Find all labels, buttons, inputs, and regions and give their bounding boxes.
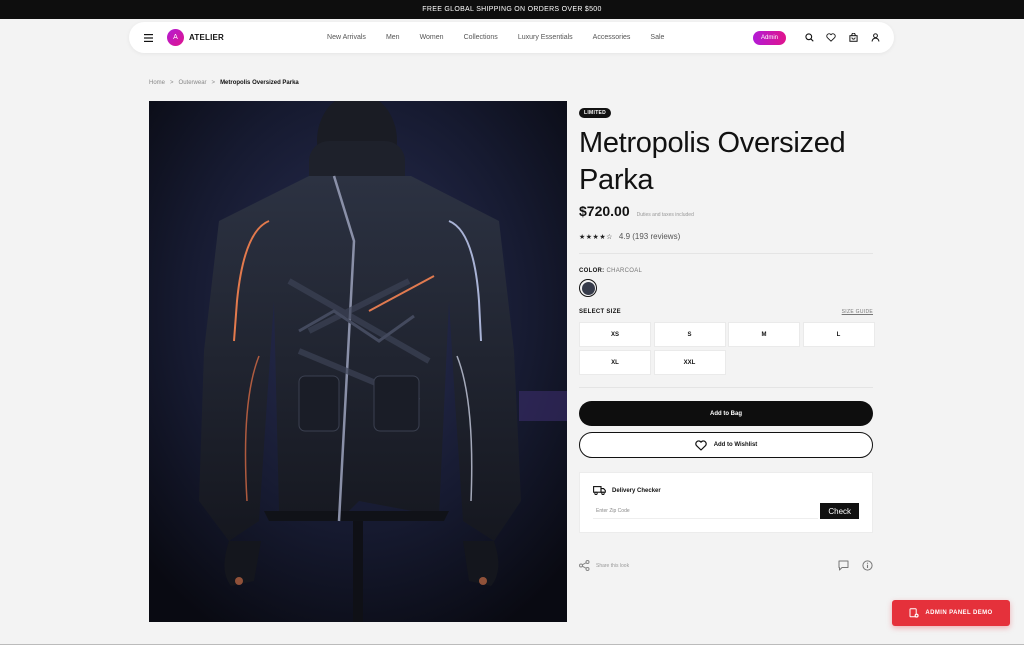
brand-logo-link[interactable]: A ATELIER [167, 29, 224, 46]
share-row: Share this look [579, 560, 873, 571]
price-row: $720.00 Duties and taxes included [579, 203, 873, 219]
nav-link-men[interactable]: Men [386, 34, 400, 41]
nav-link-collections[interactable]: Collections [464, 34, 498, 41]
size-grid: XS S M L XL XXL [579, 322, 875, 375]
product-price: $720.00 [579, 203, 630, 219]
admin-demo-label: ADMIN PANEL DEMO [925, 610, 993, 616]
size-option-m[interactable]: M [728, 322, 800, 347]
brand-logo-badge: A [167, 29, 184, 46]
share-icon[interactable] [579, 560, 590, 571]
heart-icon [694, 439, 707, 451]
size-header: SELECT SIZE SIZE GUIDE [579, 309, 873, 315]
color-label: COLOR: CHARCOAL [579, 268, 873, 274]
size-option-xs[interactable]: XS [579, 322, 651, 347]
wishlist-nav-button[interactable] [824, 31, 838, 45]
delivery-header: Delivery Checker [593, 486, 859, 495]
nav-actions: Admin [752, 30, 882, 45]
size-option-xxl[interactable]: XXL [653, 350, 726, 375]
breadcrumb: Home > Outerwear > Metropolis Oversized … [149, 80, 299, 86]
announcement-text: FREE GLOBAL SHIPPING ON ORDERS OVER $500 [422, 6, 602, 13]
bag-button[interactable] [846, 31, 860, 45]
delivery-title: Delivery Checker [612, 487, 661, 494]
breadcrumb-separator: > [211, 80, 216, 86]
size-option-l[interactable]: L [802, 322, 875, 347]
add-to-bag-button[interactable]: Add to Bag [579, 401, 873, 426]
limited-badge: LIMITED [579, 108, 612, 118]
hamburger-menu-button[interactable] [141, 31, 155, 45]
truck-icon [593, 486, 606, 495]
size-guide-link[interactable]: SIZE GUIDE [842, 309, 873, 315]
nav-link-luxury-essentials[interactable]: Luxury Essentials [518, 34, 573, 41]
color-swatch-charcoal[interactable] [579, 279, 597, 297]
account-button[interactable] [868, 31, 882, 45]
nav-link-new-arrivals[interactable]: New Arrivals [327, 34, 366, 41]
chat-bubble-icon [838, 560, 849, 571]
share-actions [825, 560, 873, 571]
product-image[interactable] [149, 101, 567, 622]
delivery-checker: Delivery Checker Check [579, 472, 873, 533]
user-icon [871, 33, 879, 42]
zip-row: Check [593, 503, 859, 519]
search-button[interactable] [802, 31, 816, 45]
divider [579, 387, 873, 388]
size-option-xl[interactable]: XL [579, 350, 651, 375]
announcement-bar: FREE GLOBAL SHIPPING ON ORDERS OVER $500 [0, 0, 1024, 19]
check-button[interactable]: Check [820, 503, 859, 519]
size-title: SELECT SIZE [579, 309, 621, 315]
hamburger-icon [143, 33, 153, 42]
color-label-key: COLOR: [579, 268, 605, 274]
brand-name: ATELIER [189, 33, 225, 42]
share-text[interactable]: Share this look [596, 563, 629, 569]
nav-link-sale[interactable]: Sale [650, 34, 664, 41]
wishlist-label: Add to Wishlist [713, 442, 758, 448]
heart-icon [826, 33, 836, 42]
jacket-illustration [149, 101, 567, 622]
admin-panel-icon [909, 608, 920, 618]
info-button[interactable] [862, 560, 873, 571]
breadcrumb-outerwear[interactable]: Outerwear [179, 80, 207, 86]
star-rating-icon: ★★★★☆ [579, 233, 613, 241]
bag-icon [848, 33, 858, 42]
search-icon [804, 33, 814, 42]
breadcrumb-home[interactable]: Home [149, 80, 165, 86]
zip-code-input[interactable] [593, 503, 819, 519]
breadcrumb-separator: > [170, 80, 174, 86]
add-to-wishlist-button[interactable]: Add to Wishlist [579, 432, 873, 458]
rating-text: 4.9 (193 reviews) [618, 232, 681, 241]
swatch-fill [581, 281, 595, 295]
comment-button[interactable] [838, 560, 849, 571]
admin-panel-demo-button[interactable]: ADMIN PANEL DEMO [892, 600, 1010, 626]
nav-link-accessories[interactable]: Accessories [593, 34, 631, 41]
product-title: Metropolis Oversized Parka [579, 127, 846, 196]
nav-link-women[interactable]: Women [420, 34, 444, 41]
nav-links: New Arrivals Men Women Collections Luxur… [327, 34, 684, 41]
product-info-panel: LIMITED Metropolis Oversized Parka $720.… [579, 101, 875, 571]
breadcrumb-current: Metropolis Oversized Parka [220, 80, 299, 86]
info-icon [862, 560, 873, 571]
color-value: CHARCOAL [606, 268, 643, 274]
main-navigation: A ATELIER New Arrivals Men Women Collect… [129, 22, 894, 53]
size-option-s[interactable]: S [653, 322, 726, 347]
admin-button[interactable]: Admin [752, 30, 786, 45]
rating-row[interactable]: ★★★★☆ 4.9 (193 reviews) [579, 232, 873, 241]
price-note: Duties and taxes included [636, 212, 694, 218]
divider [579, 253, 873, 254]
